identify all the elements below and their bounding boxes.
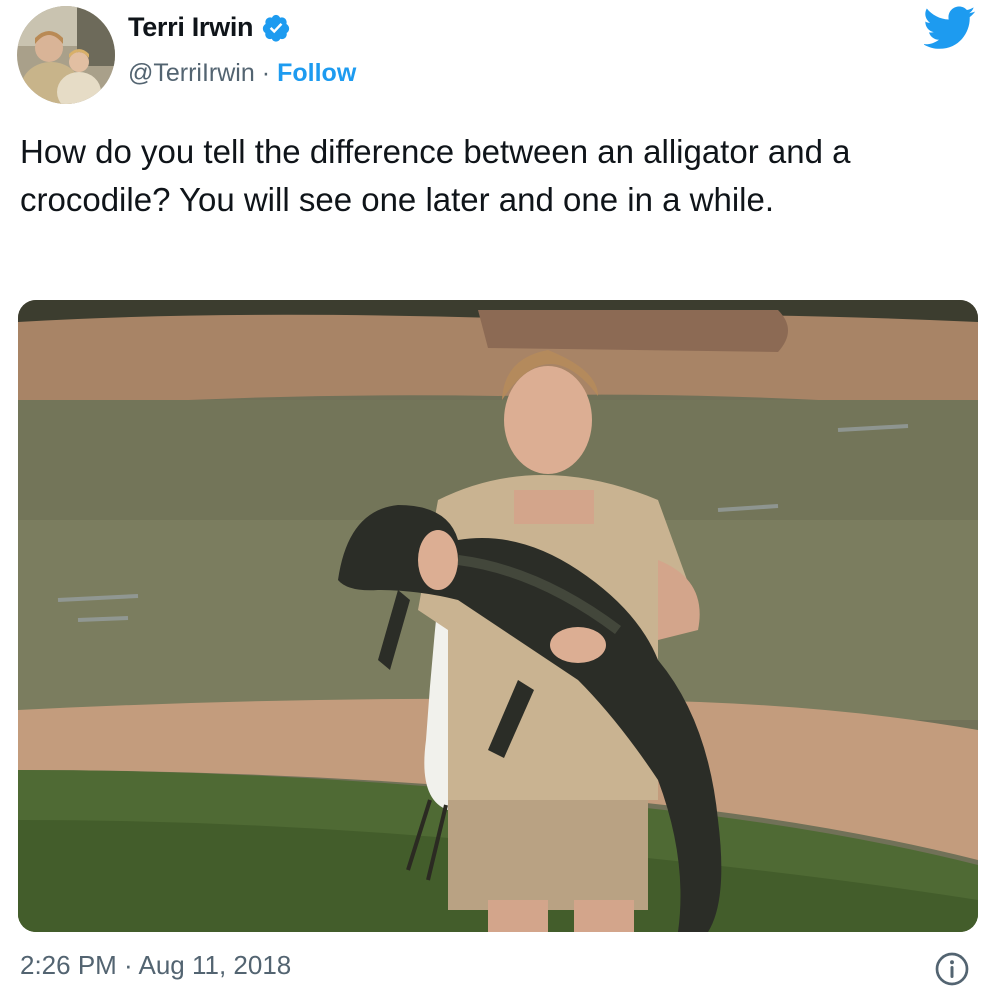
verified-badge-icon: [261, 13, 291, 43]
follow-button[interactable]: Follow: [277, 59, 356, 88]
author-name[interactable]: Terri Irwin: [128, 12, 291, 43]
tweet-timestamp[interactable]: 2:26 PM · Aug 11, 2018: [20, 950, 291, 981]
author-handle[interactable]: @TerriIrwin: [128, 59, 255, 88]
avatar[interactable]: [17, 6, 115, 104]
author-display-name[interactable]: Terri Irwin: [128, 12, 254, 43]
handle-row: @TerriIrwin · Follow: [128, 59, 356, 88]
separator-dot: ·: [261, 59, 271, 87]
twitter-bird-icon[interactable]: [923, 6, 976, 50]
info-icon[interactable]: [934, 951, 970, 987]
tweet-text: How do you tell the difference between a…: [20, 133, 851, 218]
tweet-photo[interactable]: [18, 300, 978, 932]
